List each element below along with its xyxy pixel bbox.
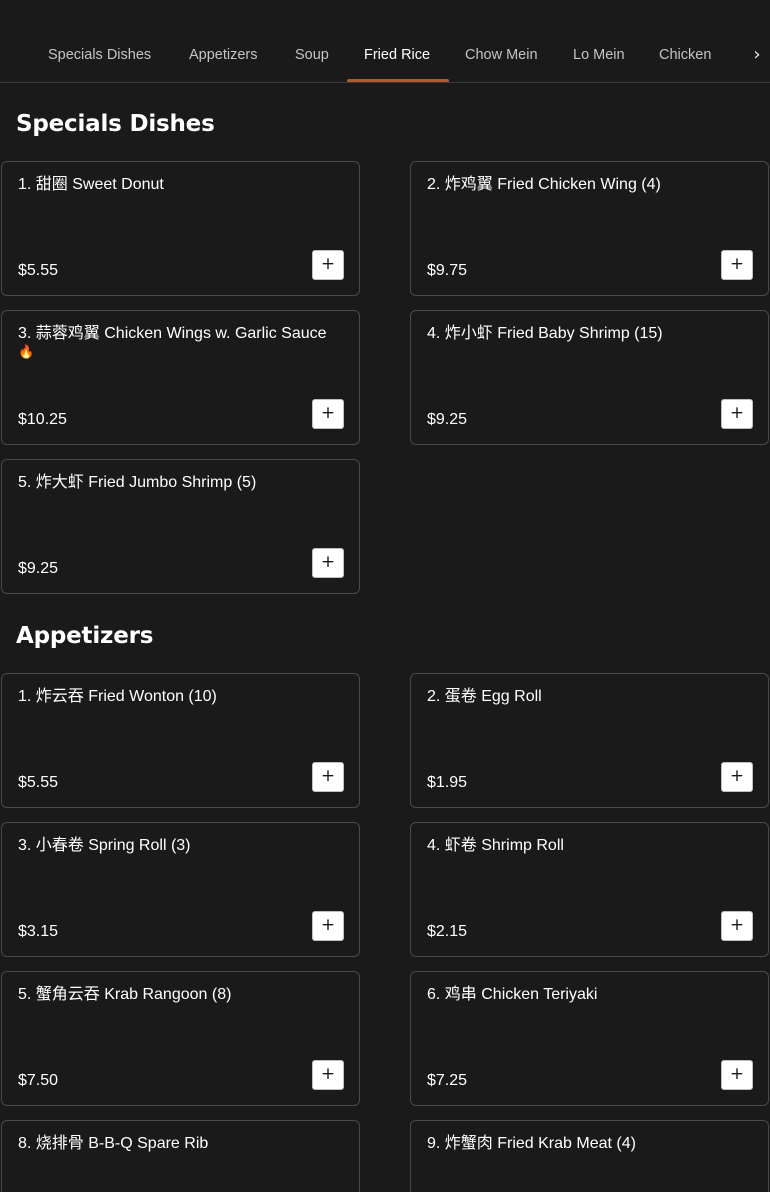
menu-item-card[interactable]: 1. 甜圈 Sweet Donut $5.55 + [1, 161, 360, 296]
menu-item-card[interactable]: 3. 蒜蓉鸡翼 Chicken Wings w. Garlic Sauce 🔥 … [1, 310, 360, 445]
add-item-button[interactable]: + [312, 911, 344, 941]
menu-item-card[interactable]: 5. 炸大虾 Fried Jumbo Shrimp (5) $9.25 + [1, 459, 360, 594]
menu-item-price: $1.95 [427, 774, 468, 791]
menu-item-card[interactable]: 3. 小春卷 Spring Roll (3) $3.15 + [1, 822, 360, 957]
menu-item-card[interactable]: 1. 炸云吞 Fried Wonton (10) $5.55 + [1, 673, 360, 808]
menu-item-name: 2. 炸鸡翼 Fried Chicken Wing (4) [427, 176, 661, 193]
menu-item-card[interactable]: 8. 烧排骨 B-B-Q Spare Rib [1, 1120, 360, 1192]
tab-appetizers[interactable]: Appetizers [189, 47, 258, 63]
fire-icon: 🔥 [18, 344, 35, 359]
menu-item-card[interactable]: 5. 蟹角云吞 Krab Rangoon (8) $7.50 + [1, 971, 360, 1106]
menu-item-price: $9.25 [427, 411, 468, 428]
tab-chicken[interactable]: Chicken [659, 47, 711, 63]
menu-item-price: $7.25 [427, 1072, 468, 1089]
menu-item-price: $3.15 [18, 923, 59, 940]
menu-item-name: 3. 蒜蓉鸡翼 Chicken Wings w. Garlic Sauce [18, 325, 327, 342]
menu-item-name-wrap: 3. 蒜蓉鸡翼 Chicken Wings w. Garlic Sauce 🔥 [18, 325, 343, 361]
add-item-button[interactable]: + [721, 250, 753, 280]
menu-item-price: $7.50 [18, 1072, 59, 1089]
menu-item-card[interactable]: 2. 炸鸡翼 Fried Chicken Wing (4) $9.75 + [410, 161, 769, 296]
add-item-button[interactable]: + [312, 399, 344, 429]
menu-item-card[interactable]: 6. 鸡串 Chicken Teriyaki $7.25 + [410, 971, 769, 1106]
menu-item-name: 1. 甜圈 Sweet Donut [18, 176, 164, 193]
menu-item-name: 5. 炸大虾 Fried Jumbo Shrimp (5) [18, 474, 257, 491]
add-item-button[interactable]: + [721, 911, 753, 941]
menu-item-name: 2. 蛋卷 Egg Roll [427, 688, 542, 705]
menu-item-card[interactable]: 4. 虾卷 Shrimp Roll $2.15 + [410, 822, 769, 957]
menu-item-card[interactable]: 4. 炸小虾 Fried Baby Shrimp (15) $9.25 + [410, 310, 769, 445]
menu-item-price: $9.25 [18, 560, 59, 577]
menu-item-name: 5. 蟹角云吞 Krab Rangoon (8) [18, 986, 232, 1003]
menu-item-name: 1. 炸云吞 Fried Wonton (10) [18, 688, 217, 705]
add-item-button[interactable]: + [312, 250, 344, 280]
menu-item-name: 3. 小春卷 Spring Roll (3) [18, 837, 191, 854]
tab-fried-rice[interactable]: Fried Rice [364, 47, 430, 63]
menu-item-price: $2.15 [427, 923, 468, 940]
menu-item-price: $5.55 [18, 262, 59, 279]
menu-item-price: $10.25 [18, 411, 67, 428]
menu-item-name: 8. 烧排骨 B-B-Q Spare Rib [18, 1135, 209, 1152]
section-title-appetizers: Appetizers [16, 623, 154, 649]
menu-item-name: 6. 鸡串 Chicken Teriyaki [427, 986, 598, 1003]
menu-item-card[interactable]: 2. 蛋卷 Egg Roll $1.95 + [410, 673, 769, 808]
menu-item-price: $9.75 [427, 262, 468, 279]
add-item-button[interactable]: + [312, 1060, 344, 1090]
tab-chow-mein[interactable]: Chow Mein [465, 47, 538, 63]
tab-soup[interactable]: Soup [295, 47, 329, 63]
menu-item-name: 4. 虾卷 Shrimp Roll [427, 837, 564, 854]
tab-lo-mein[interactable]: Lo Mein [573, 47, 625, 63]
menu-item-name: 4. 炸小虾 Fried Baby Shrimp (15) [427, 325, 663, 342]
add-item-button[interactable]: + [312, 762, 344, 792]
menu-item-card[interactable]: 9. 炸蟹肉 Fried Krab Meat (4) [410, 1120, 769, 1192]
menu-item-name: 9. 炸蟹肉 Fried Krab Meat (4) [427, 1135, 636, 1152]
add-item-button[interactable]: + [312, 548, 344, 578]
section-title-specials-dishes: Specials Dishes [16, 111, 215, 137]
chevron-right-icon[interactable]: › [749, 44, 765, 66]
active-tab-indicator [347, 79, 449, 82]
add-item-button[interactable]: + [721, 762, 753, 792]
menu-item-price: $5.55 [18, 774, 59, 791]
add-item-button[interactable]: + [721, 1060, 753, 1090]
add-item-button[interactable]: + [721, 399, 753, 429]
category-nav: Specials Dishes Appetizers Soup Fried Ri… [0, 0, 770, 83]
tab-specials-dishes[interactable]: Specials Dishes [48, 47, 151, 63]
